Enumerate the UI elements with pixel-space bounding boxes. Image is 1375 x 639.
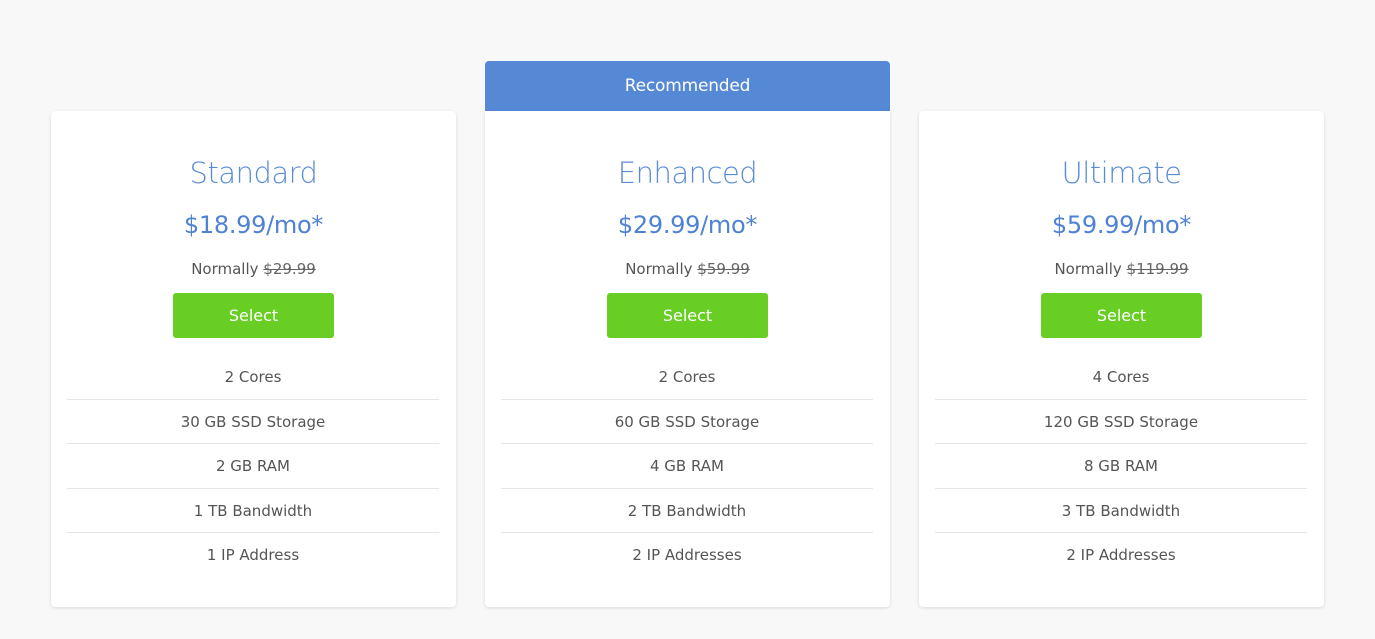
plan-normal-price: Normally $29.99 <box>51 259 456 279</box>
select-ultimate-button[interactable]: Select <box>1041 293 1202 338</box>
plan-card-enhanced: Enhanced $29.99/mo* Normally $59.99 Sele… <box>485 111 890 607</box>
feature-item: 120 GB SSD Storage <box>935 400 1307 444</box>
plan-normal-price: Normally $119.99 <box>919 259 1324 279</box>
pricing-section: Recommended Standard $18.99/mo* Normally… <box>0 0 1375 639</box>
plan-card-ultimate: Ultimate $59.99/mo* Normally $119.99 Sel… <box>919 111 1324 607</box>
feature-list: 2 Cores 30 GB SSD Storage 2 GB RAM 1 TB … <box>67 355 439 578</box>
old-price: $119.99 <box>1126 260 1189 278</box>
feature-item: 30 GB SSD Storage <box>67 400 439 444</box>
feature-item: 4 Cores <box>935 355 1307 400</box>
plan-price: $59.99/mo* <box>1051 211 1192 239</box>
feature-list: 2 Cores 60 GB SSD Storage 4 GB RAM 2 TB … <box>501 355 873 578</box>
plan-price: $29.99/mo* <box>617 211 758 239</box>
normally-label: Normally <box>625 260 698 278</box>
normally-label: Normally <box>191 260 264 278</box>
feature-item: 8 GB RAM <box>935 444 1307 489</box>
feature-item: 3 TB Bandwidth <box>935 489 1307 533</box>
feature-item: 2 GB RAM <box>67 444 439 489</box>
plan-title: Ultimate <box>1061 156 1182 190</box>
plan-title: Enhanced <box>617 156 758 190</box>
plan-price: $18.99/mo* <box>183 211 324 239</box>
plan-title: Standard <box>189 156 318 190</box>
feature-item: 2 IP Addresses <box>1066 546 1176 564</box>
normally-label: Normally <box>1054 260 1127 278</box>
feature-item: 1 TB Bandwidth <box>67 489 439 533</box>
feature-list: 4 Cores 120 GB SSD Storage 8 GB RAM 3 TB… <box>935 355 1307 578</box>
plan-normal-price: Normally $59.99 <box>485 259 890 279</box>
feature-item: 60 GB SSD Storage <box>501 400 873 444</box>
recommended-banner: Recommended <box>485 61 890 111</box>
feature-item: 4 GB RAM <box>501 444 873 489</box>
old-price: $29.99 <box>263 260 316 278</box>
feature-item: 2 IP Addresses <box>632 546 742 564</box>
feature-item: 2 TB Bandwidth <box>501 489 873 533</box>
feature-item: 2 Cores <box>501 355 873 400</box>
old-price: $59.99 <box>697 260 750 278</box>
feature-item: 1 IP Address <box>206 546 300 564</box>
select-standard-button[interactable]: Select <box>173 293 334 338</box>
feature-item: 2 Cores <box>67 355 439 400</box>
select-enhanced-button[interactable]: Select <box>607 293 768 338</box>
plan-card-standard: Standard $18.99/mo* Normally $29.99 Sele… <box>51 111 456 607</box>
